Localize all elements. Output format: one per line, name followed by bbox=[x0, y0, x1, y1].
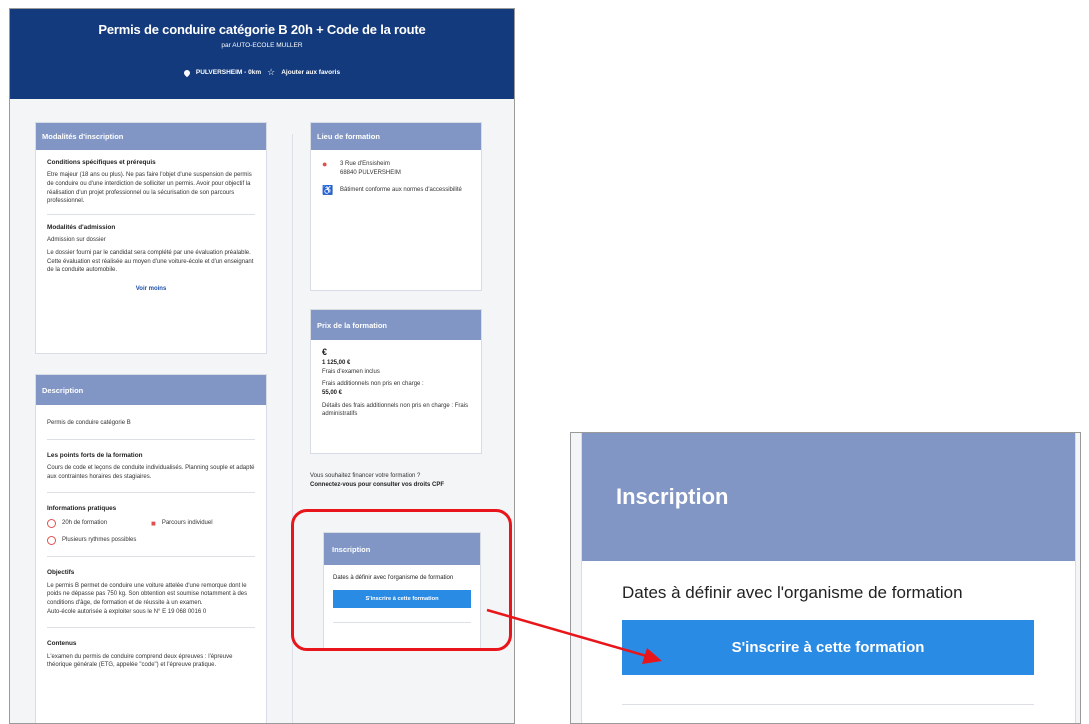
screenshot-root: Permis de conduire catégorie B 20h + Cod… bbox=[0, 0, 1089, 724]
prix-header: Prix de la formation bbox=[311, 310, 481, 340]
separator bbox=[47, 438, 255, 440]
description-card: Description Permis de conduire catégorie… bbox=[35, 374, 267, 723]
objectifs-text: Le permis B permet de conduire une voitu… bbox=[47, 582, 248, 606]
provider-name[interactable]: par AUTO-ECOLE MULLER bbox=[10, 42, 514, 49]
objectifs-title: Objectifs bbox=[47, 569, 75, 577]
points-forts-text: Cours de code et leçons de conduite indi… bbox=[47, 464, 255, 480]
zoom-separator bbox=[622, 704, 1034, 705]
extra-fees-label: Frais additionnels non pris en charge : bbox=[322, 381, 424, 388]
infos-pratiques-title: Informations pratiques bbox=[47, 505, 117, 513]
wheelchair-icon: ♿ bbox=[322, 185, 334, 196]
info-rythmes: Plusieurs rythmes possibles bbox=[47, 536, 151, 546]
voir-moins-link[interactable]: Voir moins bbox=[47, 285, 255, 294]
address-line1: 3 Rue d'Ensisheim bbox=[340, 161, 390, 167]
separator bbox=[47, 492, 255, 494]
contenus-title: Contenus bbox=[47, 640, 77, 648]
address: 3 Rue d'Ensisheim 68840 PULVERSHEIM bbox=[340, 160, 401, 177]
accessibility-row: ♿ Bâtiment conforme aux normes d'accessi… bbox=[322, 186, 470, 195]
modalites-card: Modalités d'inscription Conditions spéci… bbox=[35, 122, 267, 354]
zoom-register-button[interactable]: S'inscrire à cette formation bbox=[622, 620, 1034, 675]
hero-meta: PULVERSHEIM - 0km ☆ Ajouter aux favoris bbox=[10, 67, 514, 78]
person-icon: ■ bbox=[151, 518, 156, 528]
extra-fees-detail: Détails des frais additionnels non pris … bbox=[322, 402, 469, 418]
admission-detail: Le dossier fourni par le candidat sera c… bbox=[47, 250, 254, 274]
star-icon[interactable]: ☆ bbox=[267, 67, 275, 78]
hero-banner: Permis de conduire catégorie B 20h + Cod… bbox=[10, 9, 514, 99]
prix-card: Prix de la formation € 1 125,00 € Frais … bbox=[310, 309, 482, 454]
description-intro: Permis de conduire catégorie B bbox=[47, 420, 131, 426]
description-header: Description bbox=[36, 375, 266, 405]
cpf-block: Vous souhaitez financer votre formation … bbox=[310, 472, 480, 490]
info-hours-text: 20h de formation bbox=[62, 520, 108, 527]
conditions-title: Conditions spécifiques et prérequis bbox=[47, 159, 156, 166]
cpf-login-link[interactable]: Connectez-vous pour consulter vos droits… bbox=[310, 482, 444, 488]
exam-fees: Frais d'examen inclus bbox=[322, 368, 380, 375]
separator bbox=[47, 214, 255, 216]
separator bbox=[47, 627, 255, 629]
location-text: PULVERSHEIM - 0km bbox=[195, 69, 262, 76]
zoom-inscription-dates: Dates à définir avec l'organisme de form… bbox=[622, 583, 963, 602]
add-favorite-link[interactable]: Ajouter aux favoris bbox=[281, 69, 340, 76]
timer-icon bbox=[47, 536, 56, 546]
highlight-frame bbox=[291, 509, 512, 651]
location-pin-icon bbox=[182, 68, 192, 77]
zoom-inscription-card: Inscription Dates à définir avec l'organ… bbox=[581, 433, 1076, 723]
objectifs-license: Auto-école autorisée à exploiter sous le… bbox=[47, 608, 207, 615]
price-amount: 1 125,00 € bbox=[322, 360, 351, 367]
description-body: Permis de conduire catégorie B Les point… bbox=[36, 405, 266, 678]
separator bbox=[47, 556, 255, 558]
accessibility-text: Bâtiment conforme aux normes d'accessibi… bbox=[340, 187, 462, 194]
lieu-body: ● 3 Rue d'Ensisheim 68840 PULVERSHEIM ♿ … bbox=[311, 150, 481, 212]
timer-icon bbox=[47, 518, 56, 528]
modalites-body: Conditions spécifiques et prérequis Etre… bbox=[36, 150, 266, 302]
prix-body: € 1 125,00 € Frais d'examen inclus Frais… bbox=[311, 340, 481, 427]
info-parcours-text: Parcours individuel bbox=[161, 520, 213, 527]
contenus-text: L'examen du permis de conduire comprend … bbox=[47, 653, 233, 669]
zoom-inscription-header: Inscription bbox=[582, 433, 1075, 561]
info-rythmes-text: Plusieurs rythmes possibles bbox=[62, 537, 137, 544]
address-line2: 68840 PULVERSHEIM bbox=[340, 169, 401, 176]
info-hours: 20h de formation bbox=[47, 518, 151, 530]
admission-text: Admission sur dossier bbox=[47, 237, 106, 244]
cpf-question: Vous souhaitez financer votre formation … bbox=[310, 473, 421, 479]
euro-icon: € bbox=[322, 347, 328, 357]
extra-fees-amount: 55,00 € bbox=[322, 390, 343, 397]
infos-pratiques-grid: 20h de formation ■ Parcours individuel P… bbox=[47, 518, 255, 546]
points-forts-title: Les points forts de la formation bbox=[47, 451, 143, 459]
conditions-text: Etre majeur (18 ans ou plus). Ne pas fai… bbox=[47, 172, 252, 205]
lieu-header: Lieu de formation bbox=[311, 123, 481, 150]
info-parcours: ■ Parcours individuel bbox=[151, 518, 255, 530]
address-row: ● 3 Rue d'Ensisheim 68840 PULVERSHEIM bbox=[322, 160, 470, 177]
map-pin-icon: ● bbox=[322, 159, 328, 169]
modalites-header: Modalités d'inscription bbox=[36, 123, 266, 150]
lieu-card: Lieu de formation ● 3 Rue d'Ensisheim 68… bbox=[310, 122, 482, 291]
page-title: Permis de conduire catégorie B 20h + Cod… bbox=[98, 22, 426, 37]
zoom-callout: Inscription Dates à définir avec l'organ… bbox=[570, 432, 1081, 724]
admission-title: Modalités d'admission bbox=[47, 224, 116, 232]
